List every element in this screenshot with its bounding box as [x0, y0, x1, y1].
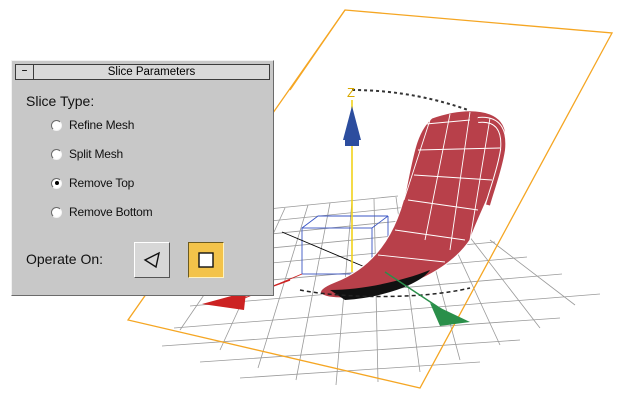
z-axis-label: Z — [347, 85, 355, 100]
radio-split-mesh[interactable] — [51, 148, 62, 160]
option-remove-top[interactable]: Remove Top — [51, 175, 134, 191]
radio-remove-bottom[interactable] — [51, 206, 62, 218]
option-refine-mesh[interactable]: Refine Mesh — [51, 117, 134, 133]
operate-on-object-button[interactable] — [188, 242, 224, 278]
rollout-header[interactable]: – Slice Parameters — [15, 64, 270, 80]
operate-on-label: Operate On: — [26, 251, 104, 267]
option-remove-bottom[interactable]: Remove Bottom — [51, 204, 153, 220]
z-axis-arrow-base — [345, 140, 359, 146]
slice-plane-edge — [289, 9, 346, 91]
option-label: Split Mesh — [69, 147, 124, 161]
face-triangle-icon — [143, 251, 160, 269]
object-square-icon — [198, 252, 214, 268]
operate-on-face-button[interactable] — [134, 242, 170, 278]
radio-remove-top[interactable] — [51, 177, 62, 189]
slice-parameters-rollout: – Slice Parameters Slice Type: Refine Me… — [11, 60, 274, 296]
z-axis-arrow[interactable] — [343, 106, 361, 140]
slice-type-label: Slice Type: — [26, 93, 95, 109]
rollout-title: Slice Parameters — [107, 66, 196, 78]
jug-mesh[interactable] — [299, 89, 507, 300]
option-label: Remove Bottom — [69, 205, 153, 219]
radio-refine-mesh[interactable] — [51, 119, 62, 131]
option-label: Remove Top — [69, 176, 135, 190]
option-split-mesh[interactable]: Split Mesh — [51, 146, 123, 162]
option-label: Refine Mesh — [69, 118, 135, 132]
collapse-button[interactable]: – — [16, 64, 34, 79]
